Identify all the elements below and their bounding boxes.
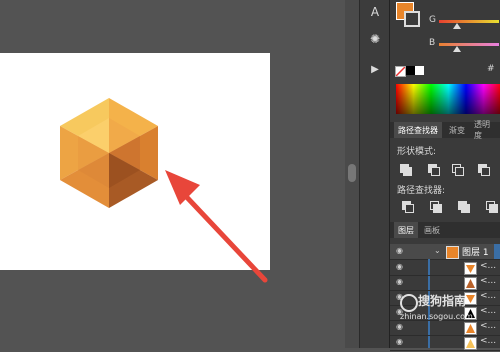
minus-front-button[interactable] bbox=[426, 162, 440, 176]
visibility-eye-icon[interactable]: ◉ bbox=[396, 263, 406, 271]
g-slider-track[interactable] bbox=[439, 20, 499, 23]
visibility-eye-icon[interactable]: ◉ bbox=[396, 338, 406, 346]
watermark-brand: 搜狗指南 bbox=[418, 294, 467, 308]
layer-color-marker bbox=[494, 244, 500, 259]
layer-row-top[interactable]: ◉ ⌄ 图层 1 bbox=[390, 244, 500, 260]
g-channel-label: G bbox=[429, 15, 436, 25]
b-slider-track[interactable] bbox=[439, 43, 499, 46]
divide-button[interactable] bbox=[400, 199, 414, 213]
tab-transparency[interactable]: 透明度 bbox=[470, 120, 500, 140]
layer-name[interactable]: 图层 1 bbox=[462, 245, 489, 258]
watermark: 搜狗指南 zhinan.sogou.com bbox=[396, 290, 500, 330]
g-slider-handle[interactable] bbox=[453, 23, 461, 29]
black-swatch[interactable] bbox=[406, 66, 415, 75]
panel-toolstrip: A ✺ ▶ bbox=[359, 0, 390, 348]
expand-chevron-icon[interactable]: ⌄ bbox=[434, 246, 441, 255]
crop-button[interactable] bbox=[484, 199, 498, 213]
pathfinder-tabbar: 路径查找器 渐变 透明度 bbox=[390, 120, 500, 140]
layer-row[interactable]: ◉ <... bbox=[390, 260, 500, 276]
tab-layers[interactable]: 图层 bbox=[394, 222, 418, 238]
b-slider-handle[interactable] bbox=[453, 46, 461, 52]
scroll-thumb[interactable] bbox=[348, 164, 356, 182]
annotation-arrow bbox=[165, 170, 268, 283]
play-icon[interactable]: ▶ bbox=[366, 60, 384, 78]
tab-gradient[interactable]: 渐变 bbox=[445, 122, 469, 138]
stroke-color-swatch[interactable] bbox=[404, 11, 420, 27]
merge-button[interactable] bbox=[456, 199, 470, 213]
intersect-button[interactable] bbox=[450, 162, 464, 176]
hexagon-gem-artwork[interactable] bbox=[60, 98, 158, 208]
layer-row[interactable]: ◉ <... bbox=[390, 335, 500, 351]
sun-icon[interactable]: ✺ bbox=[366, 30, 384, 48]
layers-tabbar: 图层 画板 bbox=[390, 222, 500, 238]
visibility-eye-icon[interactable]: ◉ bbox=[396, 247, 406, 255]
tab-artboards[interactable]: 画板 bbox=[420, 222, 444, 238]
pathfinders-label: 路径查找器: bbox=[397, 186, 446, 196]
hex-hash-label: # bbox=[487, 64, 495, 74]
b-channel-label: B bbox=[429, 38, 436, 48]
sublayer-name[interactable]: <... bbox=[480, 336, 496, 346]
unite-button[interactable] bbox=[398, 162, 412, 176]
search-icon bbox=[400, 294, 418, 312]
sublayer-thumbnail bbox=[464, 262, 477, 275]
exclude-button[interactable] bbox=[476, 162, 490, 176]
white-swatch[interactable] bbox=[415, 66, 424, 75]
shape-modes-label: 形状模式: bbox=[397, 147, 437, 157]
visibility-eye-icon[interactable]: ◉ bbox=[396, 278, 406, 286]
sublayer-thumbnail bbox=[464, 277, 477, 290]
sublayer-name[interactable]: <... bbox=[480, 261, 496, 271]
sublayer-name[interactable]: <... bbox=[480, 276, 496, 286]
color-spectrum[interactable] bbox=[396, 84, 500, 114]
tab-pathfinder[interactable]: 路径查找器 bbox=[394, 122, 442, 138]
layer-thumbnail bbox=[446, 246, 459, 259]
layer-row[interactable]: ◉ <... bbox=[390, 275, 500, 291]
none-swatch-icon[interactable] bbox=[395, 66, 406, 77]
watermark-url: zhinan.sogou.com bbox=[400, 312, 473, 321]
type-tool-icon[interactable]: A bbox=[366, 3, 384, 21]
trim-button[interactable] bbox=[428, 199, 442, 213]
sublayer-thumbnail bbox=[464, 337, 477, 350]
